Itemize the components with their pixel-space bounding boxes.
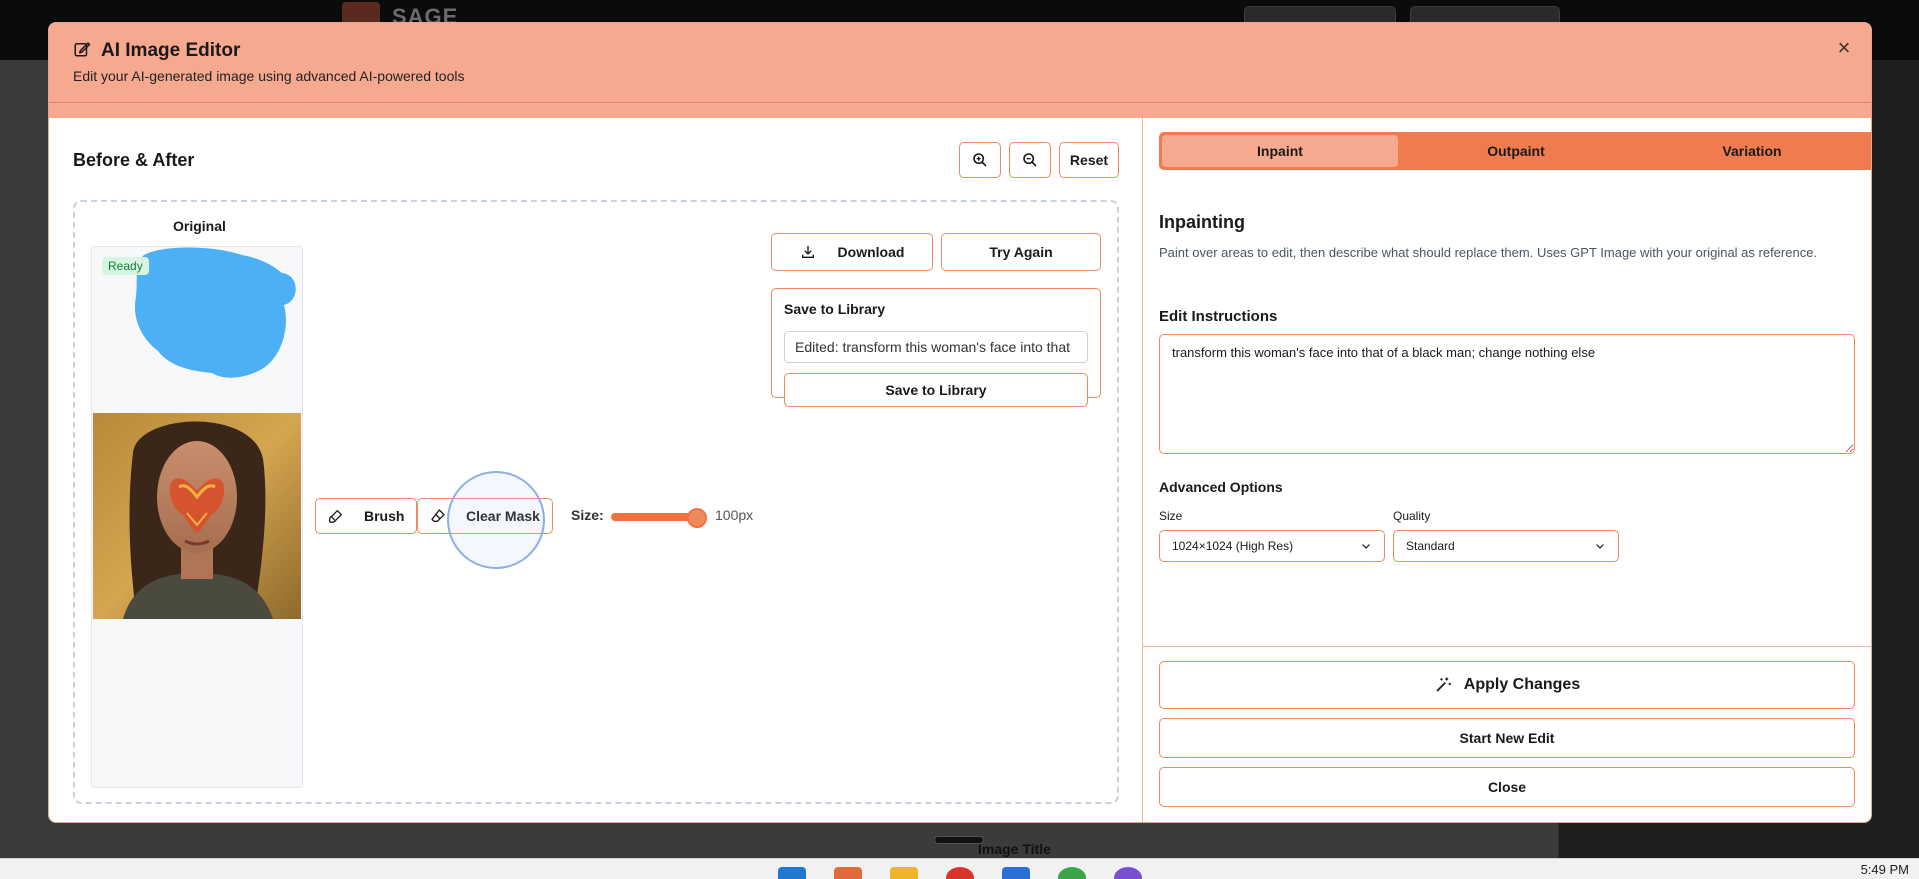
edit-mode-tabs: Inpaint Outpaint Variation	[1159, 132, 1871, 170]
chrome-profile-icon[interactable]	[1114, 867, 1142, 879]
edit-options-panel: Inpaint Outpaint Variation Inpainting Pa…	[1143, 118, 1871, 822]
browser-icon[interactable]	[946, 867, 974, 879]
mask-overlay	[134, 247, 296, 378]
status-badge: Ready	[102, 257, 149, 275]
modal-header: AI Image Editor Edit your AI-generated i…	[49, 23, 1871, 103]
app-icon[interactable]	[834, 867, 862, 879]
brush-size-value: 100px	[715, 507, 754, 523]
quality-select-value: Standard	[1406, 539, 1455, 553]
brush-icon	[328, 510, 342, 523]
background-image-title: Image Title	[978, 841, 1051, 857]
brush-button[interactable]: Brush	[315, 498, 418, 534]
folder-icon[interactable]	[890, 867, 918, 879]
save-to-library-title: Save to Library	[784, 301, 886, 317]
taskbar: 5:49 PM	[0, 858, 1919, 879]
zoom-out-button[interactable]	[1009, 142, 1051, 178]
zoom-in-icon	[973, 153, 987, 167]
divider	[1143, 646, 1871, 647]
edit-instructions-label: Edit Instructions	[1159, 308, 1278, 325]
header-strip	[49, 103, 1871, 118]
magic-wand-icon	[1436, 677, 1451, 692]
section-title: Inpainting	[1159, 212, 1245, 232]
original-photo	[93, 413, 301, 619]
tab-outpaint[interactable]: Outpaint	[1398, 135, 1634, 167]
canvas-area: Original Ready Brush Clear Mask Size: 10…	[73, 200, 1119, 804]
tab-inpaint[interactable]: Inpaint	[1162, 135, 1398, 167]
brush-size-slider-thumb[interactable]	[687, 508, 707, 528]
edit-icon	[74, 42, 91, 57]
chrome-profile-icon[interactable]	[1058, 867, 1086, 879]
ai-image-editor-modal: AI Image Editor Edit your AI-generated i…	[48, 22, 1872, 823]
chevron-down-icon	[1596, 544, 1604, 549]
original-image-panel[interactable]: Ready	[91, 246, 303, 788]
brush-size-slider[interactable]	[611, 513, 697, 521]
try-again-button[interactable]: Try Again	[941, 233, 1101, 271]
save-to-library-button[interactable]: Save to Library	[784, 373, 1088, 407]
download-label: Download	[837, 244, 905, 260]
brush-label: Brush	[364, 508, 405, 524]
library-title-input[interactable]	[784, 331, 1088, 363]
before-after-title: Before & After	[73, 150, 195, 170]
modal-subtitle: Edit your AI-generated image using advan…	[73, 68, 465, 84]
eraser-icon	[431, 509, 445, 522]
apply-changes-label: Apply Changes	[1463, 676, 1581, 693]
size-field-label: Size	[1159, 509, 1183, 523]
portrait-image	[93, 413, 301, 619]
apply-changes-button[interactable]: Apply Changes	[1159, 661, 1855, 709]
brush-size-label: Size:	[571, 507, 604, 523]
size-select-value: 1024×1024 (High Res)	[1172, 539, 1294, 553]
clock: 5:49 PM	[1860, 862, 1909, 877]
download-icon	[801, 246, 814, 258]
modal-title: AI Image Editor	[101, 40, 241, 61]
close-button[interactable]: Close	[1159, 767, 1855, 807]
download-button[interactable]: Download	[771, 233, 933, 271]
chevron-down-icon	[1362, 544, 1370, 549]
zoom-out-icon	[1023, 153, 1037, 167]
section-description: Paint over areas to edit, then describe …	[1159, 245, 1818, 260]
save-to-library-panel: Save to Library Save to Library	[771, 288, 1101, 407]
edit-instructions-input[interactable]: transform this woman's face into that of…	[1159, 334, 1855, 454]
windows-start-icon[interactable]	[778, 867, 806, 879]
close-icon[interactable]: ×	[1833, 37, 1855, 59]
tab-variation[interactable]: Variation	[1634, 135, 1870, 167]
reset-button[interactable]: Reset	[1059, 142, 1119, 178]
calendar-icon[interactable]	[1002, 867, 1030, 879]
original-label: Original	[173, 218, 226, 234]
brush-cursor	[447, 471, 545, 569]
quality-field-label: Quality	[1393, 509, 1431, 523]
background-drag-handle	[934, 836, 984, 844]
advanced-options-label: Advanced Options	[1159, 479, 1283, 495]
before-after-panel: Before & After Reset Original Ready Brus…	[49, 118, 1143, 822]
start-new-edit-button[interactable]: Start New Edit	[1159, 718, 1855, 758]
quality-select[interactable]: Standard	[1393, 530, 1619, 562]
zoom-in-button[interactable]	[959, 142, 1001, 178]
size-select[interactable]: 1024×1024 (High Res)	[1159, 530, 1385, 562]
